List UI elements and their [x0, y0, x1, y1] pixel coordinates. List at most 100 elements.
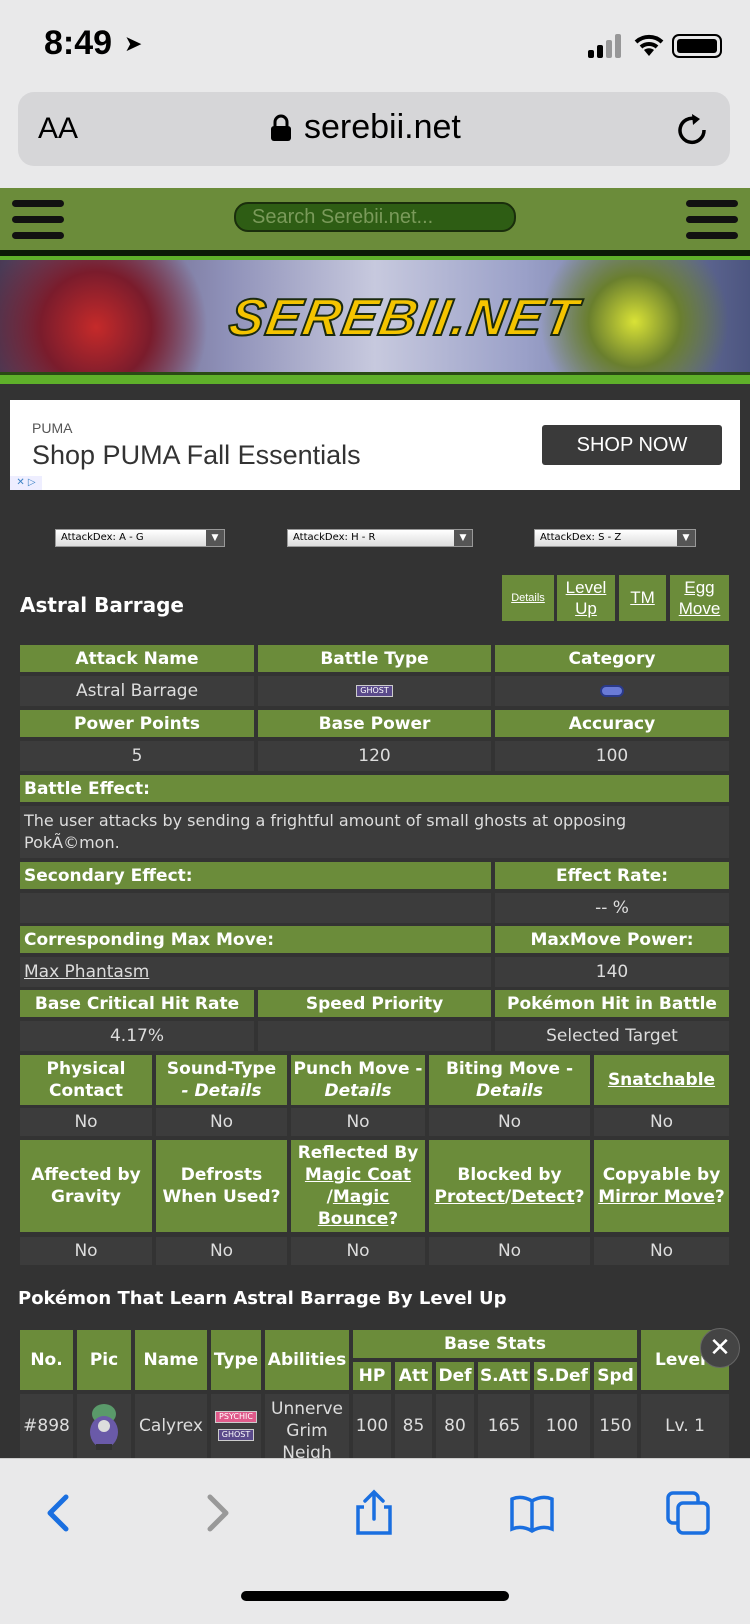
attack-name-value: Astral Barrage [20, 676, 254, 706]
site-search-input[interactable]: Search Serebii.net... [234, 202, 516, 232]
header-label: Mirror Move? [598, 1187, 725, 1207]
clock: 8:49 [44, 24, 113, 62]
detect-link[interactable]: Detect [511, 1187, 575, 1207]
header-label: /Magic [326, 1187, 390, 1207]
left-menu-icon[interactable] [12, 200, 64, 240]
snatchable-value: No [594, 1108, 729, 1136]
link-details[interactable]: Details [502, 575, 554, 621]
header-abilities: Abilities [265, 1330, 349, 1390]
magic-bounce-link[interactable]: Bounce [318, 1209, 388, 1229]
battle-effect-text: The user attacks by sending a frightful … [20, 806, 729, 858]
attackdex-select-h-r[interactable]: AttackDex: H - R ▼ [287, 529, 473, 547]
mirror-move-link[interactable]: Mirror Move [598, 1187, 715, 1207]
url-host: serebii.net [304, 108, 461, 146]
header-accuracy: Accuracy [495, 710, 729, 737]
pokemon-abilities[interactable]: Unnerve Grim Neigh [265, 1394, 349, 1458]
header-type: Type [211, 1330, 261, 1390]
header-label: Biting Move - [445, 1059, 574, 1079]
header-gravity: Affected by Gravity [20, 1140, 152, 1232]
close-icon[interactable]: ✕ [700, 1328, 740, 1368]
copyable-value: No [594, 1237, 729, 1265]
bookmarks-icon[interactable] [508, 1489, 556, 1537]
header-pic: Pic [77, 1330, 131, 1390]
attackdex-select-a-g[interactable]: AttackDex: A - G ▼ [55, 529, 225, 547]
text-size-button[interactable]: AA [38, 112, 78, 146]
ad-cta-button[interactable]: SHOP NOW [542, 425, 722, 465]
header-category: Category [495, 645, 729, 672]
header-maxmove-power: MaxMove Power: [495, 926, 729, 953]
advertisement[interactable]: PUMA Shop PUMA Fall Essentials SHOP NOW … [10, 400, 740, 490]
pokemon-name[interactable]: Calyrex [135, 1394, 207, 1458]
learn-level: Lv. 1 [641, 1394, 729, 1458]
power-points-value: 5 [20, 741, 254, 771]
divider [0, 372, 750, 384]
site-header: Search Serebii.net... [0, 188, 750, 256]
header-physical-contact: Physical Contact [20, 1055, 152, 1105]
share-icon[interactable] [350, 1489, 398, 1537]
details-link[interactable]: - Details [182, 1080, 262, 1102]
pokemon-sprite [77, 1394, 131, 1458]
header-defrost: Defrosts When Used? [156, 1140, 287, 1232]
reload-icon[interactable] [674, 112, 710, 148]
snatchable-link[interactable]: Snatchable [594, 1055, 729, 1105]
accuracy-value: 100 [495, 741, 729, 771]
right-menu-icon[interactable] [686, 200, 738, 240]
header-satt: S.Att [478, 1362, 530, 1390]
back-icon[interactable] [36, 1489, 84, 1537]
header-label: Reflected By [297, 1143, 419, 1163]
header-max-move: Corresponding Max Move: [20, 926, 491, 953]
wifi-icon [634, 34, 664, 56]
header-copyable: Copyable by Mirror Move? [594, 1140, 729, 1232]
tabs-icon[interactable] [664, 1489, 712, 1537]
header-sdef: S.Def [534, 1362, 590, 1390]
dex-number: #898 [20, 1394, 73, 1458]
home-indicator[interactable] [241, 1591, 509, 1601]
protect-link[interactable]: Protect [435, 1187, 505, 1207]
header-hp: HP [353, 1362, 391, 1390]
battle-type-value: GHOST [258, 676, 491, 706]
battery-icon [672, 34, 722, 58]
ad-choices-icon[interactable]: ✕ ▷ [10, 476, 42, 490]
header-label: Protect/Detect? [434, 1187, 585, 1207]
magic-bounce-link[interactable]: Magic [333, 1187, 389, 1207]
location-arrow-icon: ➤ [124, 32, 143, 57]
header-name: Name [135, 1330, 207, 1390]
header-sound-type: Sound-Type - Details [156, 1055, 287, 1105]
attackdex-select-s-z[interactable]: AttackDex: S - Z ▼ [534, 529, 696, 547]
select-value: AttackDex: H - R [293, 532, 376, 543]
max-move-link[interactable]: Max Phantasm [20, 957, 491, 987]
header-label: Copyable by [602, 1165, 721, 1185]
details-link[interactable]: Details [476, 1080, 543, 1102]
site-logo: SEREBII.NET [224, 288, 585, 348]
stat-def: 80 [436, 1394, 474, 1458]
chevron-down-icon: ▼ [454, 530, 472, 546]
punch-move-value: No [291, 1108, 425, 1136]
browser-bottom-bar [0, 1458, 750, 1624]
header-power-points: Power Points [20, 710, 254, 737]
link-tm[interactable]: TM [619, 575, 666, 621]
lock-icon [271, 114, 291, 141]
site-banner[interactable]: SEREBII.NET [0, 260, 750, 372]
link-egg-move[interactable]: Egg Move [670, 575, 729, 621]
header-no: No. [20, 1330, 73, 1390]
details-link[interactable]: Details [324, 1080, 391, 1102]
stat-spd: 150 [594, 1394, 637, 1458]
ghost-type-badge: GHOST [217, 1429, 255, 1441]
header-hit-target: Pokémon Hit in Battle [495, 990, 729, 1017]
hit-target-value: Selected Target [495, 1021, 729, 1051]
magic-coat-link[interactable]: Magic Coat [305, 1164, 411, 1186]
sound-type-value: No [156, 1108, 287, 1136]
address-bar[interactable]: AA serebii.net [18, 92, 730, 166]
header-battle-effect: Battle Effect: [20, 775, 729, 802]
header-base-stats: Base Stats [353, 1330, 637, 1358]
header-label: Blocked by [457, 1165, 562, 1185]
forward-icon[interactable] [192, 1489, 240, 1537]
levelup-section-title: Pokémon That Learn Astral Barrage By Lev… [18, 1288, 507, 1309]
header-battle-type: Battle Type [258, 645, 491, 672]
stat-satt: 165 [478, 1394, 530, 1458]
browser-toolbar: AA serebii.net [0, 92, 750, 188]
move-title: Astral Barrage [20, 593, 184, 617]
link-level-up[interactable]: Level Up [557, 575, 615, 621]
ad-tagline: Shop PUMA Fall Essentials [32, 440, 361, 470]
category-value [495, 676, 729, 706]
